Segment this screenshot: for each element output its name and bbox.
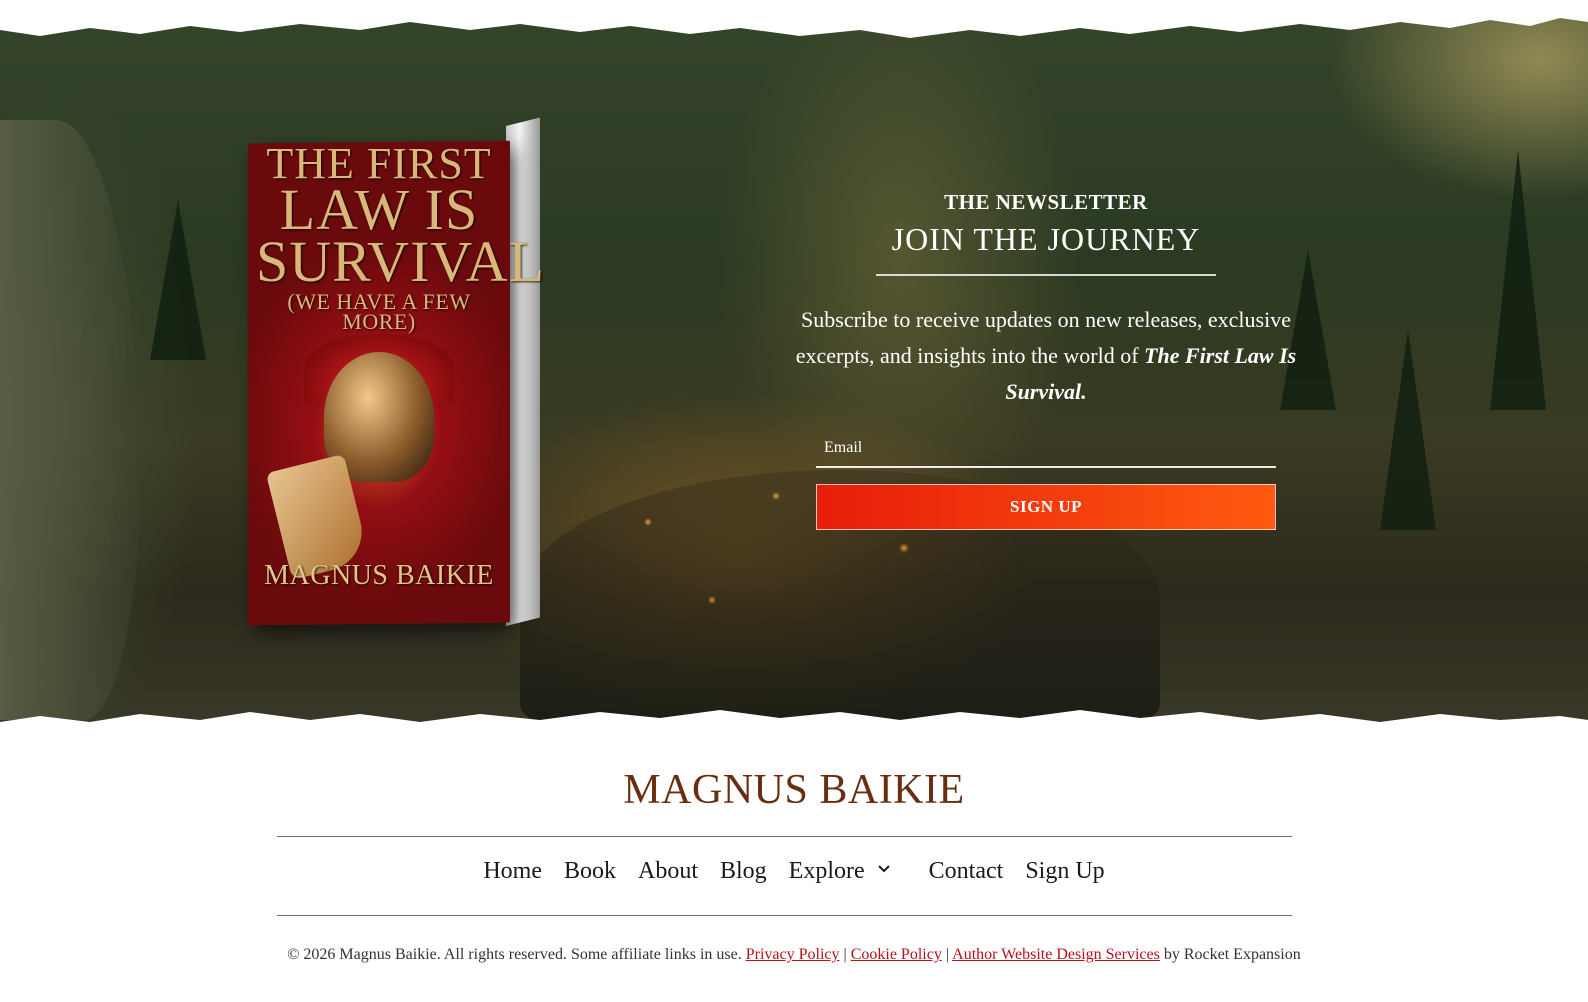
book-cover-author: MAGNUS BAIKIE bbox=[264, 560, 494, 591]
nav-item-explore-label: Explore bbox=[788, 858, 865, 884]
book-cover-mockup: THE FIRST LAW IS SURVIVAL (WE HAVE A FEW… bbox=[248, 117, 548, 628]
newsletter-description: Subscribe to receive updates on new rele… bbox=[760, 302, 1332, 410]
link-separator: | bbox=[945, 946, 950, 963]
newsletter-heading: JOIN THE JOURNEY bbox=[891, 221, 1201, 257]
newsletter-panel: THE NEWSLETTER JOIN THE JOURNEY Subscrib… bbox=[760, 190, 1332, 410]
nav-item-contact[interactable]: Contact bbox=[918, 858, 1015, 885]
nav-item-explore[interactable]: Explore bbox=[778, 858, 902, 885]
nav-item-sign-up[interactable]: Sign Up bbox=[1014, 858, 1115, 885]
torn-paper-edge-bottom bbox=[0, 710, 1588, 742]
book-cover-title-line: SURVIVAL bbox=[256, 228, 546, 294]
cliff-rock-left bbox=[0, 120, 140, 720]
chevron-down-icon[interactable] bbox=[877, 862, 891, 876]
torn-paper-edge-top bbox=[0, 0, 1588, 38]
credit-text: by Rocket Expansion bbox=[1163, 946, 1301, 963]
nav-item-about[interactable]: About bbox=[627, 858, 709, 885]
nav-item-home[interactable]: Home bbox=[472, 858, 553, 885]
footer-divider bbox=[277, 915, 1292, 916]
book-cover-title: THE FIRST LAW IS SURVIVAL (WE HAVE A FEW… bbox=[256, 142, 546, 334]
email-input[interactable] bbox=[816, 430, 1276, 466]
cookie-policy-link[interactable]: Cookie Policy bbox=[851, 946, 942, 963]
book-cover-title-line: LAW IS bbox=[279, 176, 479, 242]
copyright-line: © 2026 Magnus Baikie. All rights reserve… bbox=[0, 946, 1588, 964]
book-cover-subtitle: (WE HAVE A FEW MORE) bbox=[287, 288, 471, 334]
design-services-link[interactable]: Author Website Design Services bbox=[952, 946, 1160, 963]
footer-brand-logo[interactable]: MAGNUS BAIKIE bbox=[0, 766, 1588, 814]
book-pages-edge bbox=[506, 117, 540, 626]
nav-item-blog[interactable]: Blog bbox=[709, 858, 778, 885]
email-field-wrapper bbox=[816, 430, 1276, 468]
pine-tree bbox=[1490, 150, 1546, 410]
heading-divider bbox=[876, 274, 1216, 276]
footer-divider bbox=[277, 836, 1292, 837]
link-separator: | bbox=[843, 946, 847, 963]
sign-up-button[interactable]: SIGN UP bbox=[816, 484, 1276, 530]
nav-item-book[interactable]: Book bbox=[553, 858, 627, 885]
pine-tree bbox=[150, 200, 206, 360]
privacy-policy-link[interactable]: Privacy Policy bbox=[746, 946, 840, 963]
footer-nav: Home Book About Blog Explore Contact Sig… bbox=[0, 858, 1588, 885]
newsletter-hero: THE FIRST LAW IS SURVIVAL (WE HAVE A FEW… bbox=[0, 0, 1588, 742]
copyright-text: © 2026 Magnus Baikie. All rights reserve… bbox=[287, 946, 742, 963]
newsletter-kicker: THE NEWSLETTER bbox=[944, 190, 1148, 214]
pine-tree bbox=[1380, 330, 1436, 530]
